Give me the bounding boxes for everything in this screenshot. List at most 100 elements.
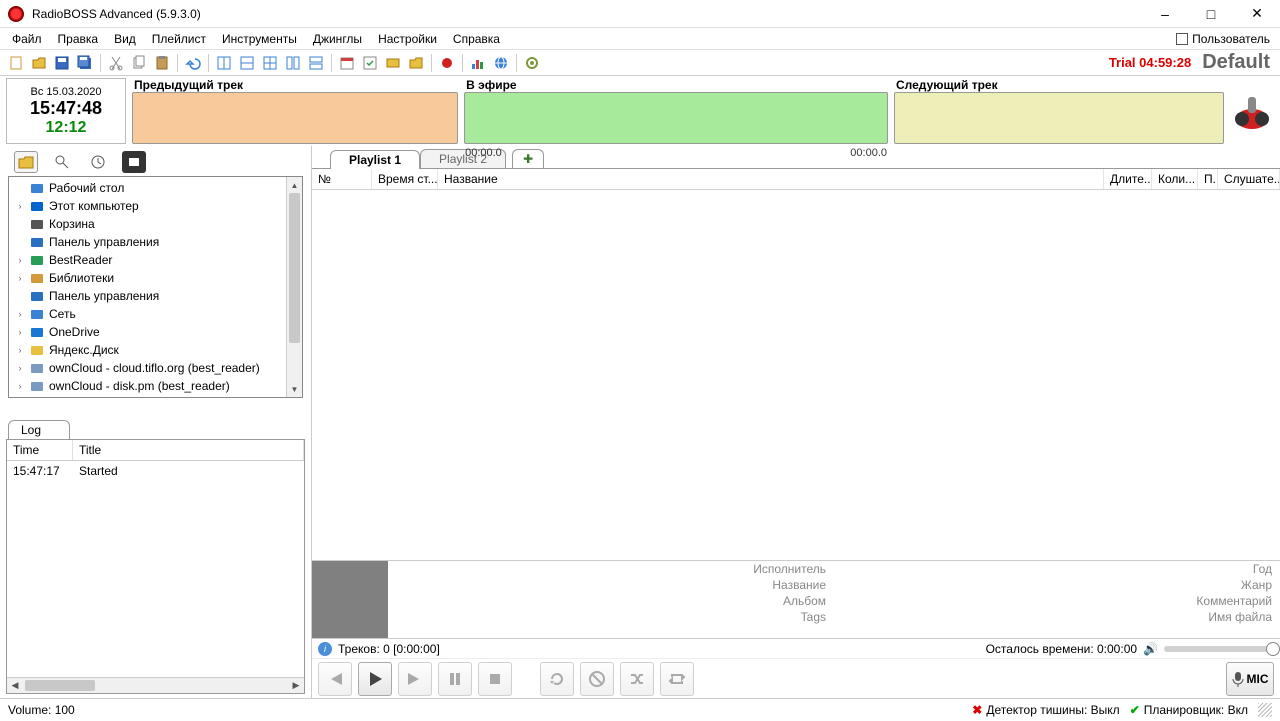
minimize-button[interactable]: –	[1142, 0, 1188, 28]
col-listeners[interactable]: Слушате...	[1218, 169, 1280, 189]
playlist-body[interactable]	[312, 190, 1280, 560]
schedule-icon[interactable]	[337, 53, 357, 73]
expand-icon[interactable]: ›	[15, 201, 25, 211]
onair-box[interactable]: 00:00.0 00:00.0	[464, 92, 888, 144]
expand-icon[interactable]: ›	[15, 327, 25, 337]
layout5-icon[interactable]	[306, 53, 326, 73]
tree-item[interactable]: Рабочий стол	[9, 179, 286, 197]
layout1-icon[interactable]	[214, 53, 234, 73]
log-tab[interactable]: Log	[8, 420, 70, 439]
menu-jingles[interactable]: Джинглы	[305, 30, 370, 48]
shuffle-button[interactable]	[620, 662, 654, 696]
folder-icon[interactable]	[406, 53, 426, 73]
tree-item[interactable]: ›BestReader	[9, 251, 286, 269]
col-p[interactable]: П.	[1198, 169, 1218, 189]
scroll-up-icon[interactable]: ▲	[287, 177, 302, 193]
tree-item[interactable]: ›ownCloud - cloud.tiflo.org (best_reader…	[9, 359, 286, 377]
noskip-button[interactable]	[580, 662, 614, 696]
scheduler-status[interactable]: ✔Планировщик: Вкл	[1130, 703, 1248, 717]
layout3-icon[interactable]	[260, 53, 280, 73]
silence-detector[interactable]: ✖Детектор тишины: Выкл	[972, 703, 1119, 717]
volume-thumb[interactable]	[1266, 642, 1280, 656]
expand-icon[interactable]: ›	[15, 345, 25, 355]
menu-playlist[interactable]: Плейлист	[144, 30, 214, 48]
scroll-left-icon[interactable]: ◀	[7, 678, 23, 693]
undo-icon[interactable]	[183, 53, 203, 73]
menu-file[interactable]: Файл	[4, 30, 50, 48]
open-icon[interactable]	[29, 53, 49, 73]
col-name[interactable]: Название	[438, 169, 1104, 189]
menu-tools[interactable]: Инструменты	[214, 30, 305, 48]
copy-icon[interactable]	[129, 53, 149, 73]
scroll-thumb[interactable]	[289, 193, 300, 343]
playlist-add-tab[interactable]: ✚	[512, 149, 544, 168]
menu-help[interactable]: Справка	[445, 30, 508, 48]
tree-item[interactable]: ›OneDrive	[9, 323, 286, 341]
scroll-down-icon[interactable]: ▼	[287, 381, 302, 397]
save-icon[interactable]	[52, 53, 72, 73]
user-indicator[interactable]: Пользователь	[1170, 32, 1276, 46]
mic-button[interactable]: MIC	[1226, 662, 1274, 696]
next-track-box[interactable]	[894, 92, 1224, 144]
stats-icon[interactable]	[468, 53, 488, 73]
log-row[interactable]: 15:47:17Started	[7, 461, 304, 481]
event-icon[interactable]	[360, 53, 380, 73]
log-hscrollbar[interactable]: ◀ ▶	[7, 677, 304, 693]
prev-track-box[interactable]	[132, 92, 458, 144]
tree-item[interactable]: ›ownCloud - disk.pm (best_reader)	[9, 377, 286, 395]
resize-grip[interactable]	[1258, 703, 1272, 717]
log-col-title[interactable]: Title	[73, 440, 304, 460]
scroll-thumb[interactable]	[25, 680, 95, 691]
expand-icon[interactable]: ›	[15, 381, 25, 391]
layout2-icon[interactable]	[237, 53, 257, 73]
paste-icon[interactable]	[152, 53, 172, 73]
scroll-right-icon[interactable]: ▶	[288, 678, 304, 693]
loop-button[interactable]	[660, 662, 694, 696]
next-button[interactable]	[398, 662, 432, 696]
folder-tree[interactable]: Рабочий стол›Этот компьютерКорзинаПанель…	[9, 177, 286, 397]
col-count[interactable]: Коли...	[1152, 169, 1198, 189]
close-button[interactable]: ✕	[1234, 0, 1280, 28]
volume-slider[interactable]	[1164, 646, 1274, 652]
browser-tab-history[interactable]	[86, 151, 110, 173]
profile-label[interactable]: Default	[1202, 51, 1270, 74]
pause-button[interactable]	[438, 662, 472, 696]
volume-icon[interactable]: 🔊	[1143, 642, 1158, 656]
browser-tab-cart[interactable]	[122, 151, 146, 173]
col-start[interactable]: Время ст...	[372, 169, 438, 189]
expand-icon[interactable]: ›	[15, 363, 25, 373]
repeat-button[interactable]	[540, 662, 574, 696]
layout4-icon[interactable]	[283, 53, 303, 73]
menu-view[interactable]: Вид	[106, 30, 144, 48]
tree-scrollbar[interactable]: ▲ ▼	[286, 177, 302, 397]
browser-tab-search[interactable]	[50, 151, 74, 173]
playlist-tab-1[interactable]: Playlist 1	[330, 150, 420, 169]
tree-item[interactable]: ›Этот компьютер	[9, 197, 286, 215]
play-button[interactable]	[358, 662, 392, 696]
web-icon[interactable]	[491, 53, 511, 73]
expand-icon[interactable]: ›	[15, 309, 25, 319]
menu-settings[interactable]: Настройки	[370, 30, 445, 48]
tree-item[interactable]: Корзина	[9, 215, 286, 233]
expand-icon[interactable]: ›	[15, 255, 25, 265]
settings-icon[interactable]	[522, 53, 542, 73]
prev-button[interactable]	[318, 662, 352, 696]
cut-icon[interactable]	[106, 53, 126, 73]
stop-button[interactable]	[478, 662, 512, 696]
tree-item[interactable]: Панель управления	[9, 233, 286, 251]
maximize-button[interactable]: □	[1188, 0, 1234, 28]
browser-tab-folders[interactable]	[14, 151, 38, 173]
col-duration[interactable]: Длите...	[1104, 169, 1152, 189]
menu-edit[interactable]: Правка	[50, 30, 107, 48]
expand-icon[interactable]: ›	[15, 273, 25, 283]
tree-item[interactable]: ›Библиотеки	[9, 269, 286, 287]
tree-item[interactable]: ›Сеть	[9, 305, 286, 323]
log-col-time[interactable]: Time	[7, 440, 73, 460]
col-number[interactable]: №	[312, 169, 372, 189]
record-icon[interactable]	[437, 53, 457, 73]
save-all-icon[interactable]	[75, 53, 95, 73]
new-icon[interactable]	[6, 53, 26, 73]
ads-icon[interactable]	[383, 53, 403, 73]
tree-item[interactable]: Панель управления	[9, 287, 286, 305]
tree-item[interactable]: ›Яндекс.Диск	[9, 341, 286, 359]
